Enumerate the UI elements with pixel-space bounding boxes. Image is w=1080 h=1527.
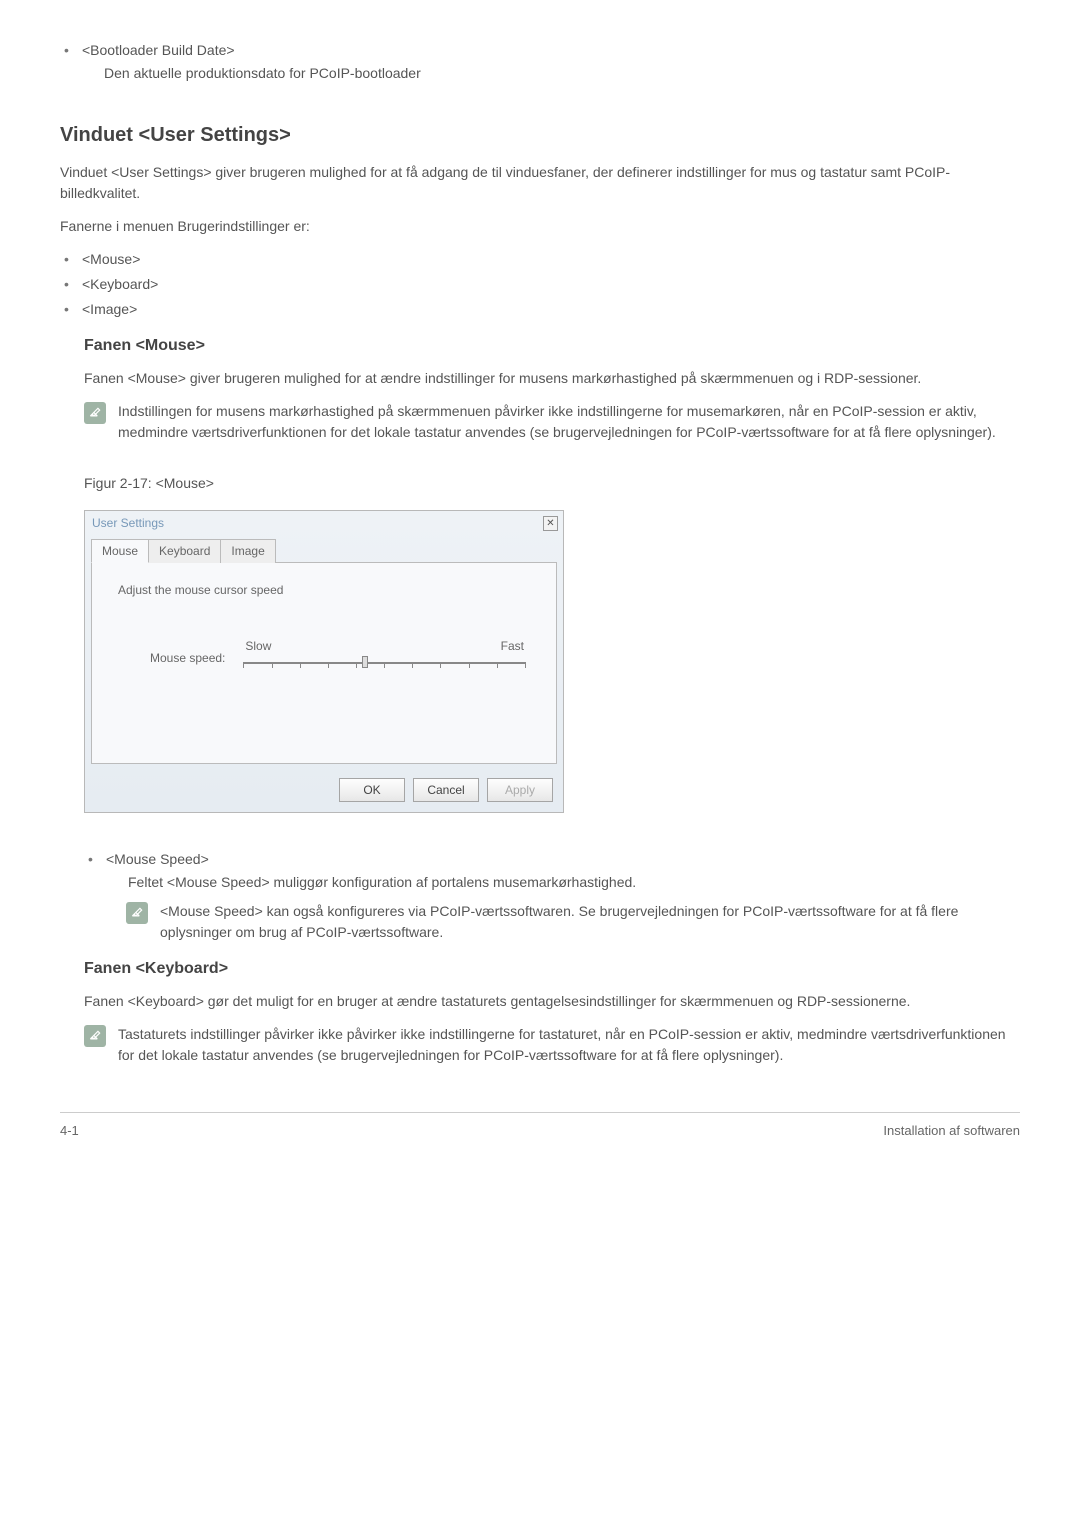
tab-keyboard[interactable]: Keyboard xyxy=(148,539,221,563)
slider-slow-label: Slow xyxy=(245,637,271,655)
footer-section-title: Installation af softwaren xyxy=(883,1121,1020,1141)
apply-button[interactable]: Apply xyxy=(487,778,553,802)
slider-ticks xyxy=(243,662,526,668)
slider-end-labels: Slow Fast xyxy=(243,637,526,655)
tabs-list: <Mouse> <Keyboard> <Image> xyxy=(60,249,1020,320)
intro-list: <Bootloader Build Date> Den aktuelle pro… xyxy=(60,40,1020,84)
list-item: <Mouse> xyxy=(82,249,1020,270)
bootloader-desc: Den aktuelle produktionsdato for PCoIP-b… xyxy=(104,63,1020,84)
mouse-tab-para: Fanen <Mouse> giver brugeren mulighed fo… xyxy=(84,368,1020,389)
note-block: Tastaturets indstillinger påvirker ikke … xyxy=(84,1024,1020,1066)
dialog-title: User Settings xyxy=(92,514,164,532)
slider-label: Mouse speed: xyxy=(150,637,225,667)
section-user-settings-heading: Vinduet <User Settings> xyxy=(60,120,1020,150)
section-user-settings-para1: Vinduet <User Settings> giver brugeren m… xyxy=(60,162,1020,204)
section-user-settings-para2: Fanerne i menuen Brugerindstillinger er: xyxy=(60,216,1020,237)
bootloader-title: <Bootloader Build Date> xyxy=(82,42,235,58)
list-item: <Mouse Speed> Feltet <Mouse Speed> mulig… xyxy=(106,849,1020,943)
tabs-row: Mouse Keyboard Image xyxy=(85,535,563,563)
close-button[interactable]: ✕ xyxy=(543,516,558,531)
close-icon: ✕ xyxy=(546,516,554,531)
list-item: <Keyboard> xyxy=(82,274,1020,295)
dialog-button-row: OK Cancel Apply xyxy=(85,770,563,812)
note-block: Indstillingen for musens markørhastighed… xyxy=(84,401,1020,443)
note-text: Indstillingen for musens markørhastighed… xyxy=(118,401,1020,443)
note-icon xyxy=(126,902,148,924)
note-text: <Mouse Speed> kan også konfigureres via … xyxy=(160,901,1020,943)
note-block: <Mouse Speed> kan også konfigureres via … xyxy=(126,901,1020,943)
note-text: Tastaturets indstillinger påvirker ikke … xyxy=(118,1024,1020,1066)
slider-thumb[interactable] xyxy=(362,656,368,668)
user-settings-dialog: User Settings ✕ Mouse Keyboard Image Adj… xyxy=(84,510,564,813)
keyboard-tab-heading: Fanen <Keyboard> xyxy=(84,957,1020,981)
slider-fast-label: Fast xyxy=(501,637,524,655)
note-icon xyxy=(84,1025,106,1047)
slider-wrap: Slow Fast xyxy=(243,637,538,679)
panel-instruction: Adjust the mouse cursor speed xyxy=(110,581,538,599)
tab-panel: Adjust the mouse cursor speed Mouse spee… xyxy=(91,562,557,764)
list-item: <Bootloader Build Date> Den aktuelle pro… xyxy=(82,40,1020,84)
dialog-titlebar: User Settings ✕ xyxy=(85,511,563,535)
page-footer: 4-1 Installation af softwaren xyxy=(60,1112,1020,1141)
tab-mouse[interactable]: Mouse xyxy=(91,539,149,563)
cancel-button[interactable]: Cancel xyxy=(413,778,479,802)
mouse-speed-slider[interactable] xyxy=(243,659,526,679)
mouse-speed-list: <Mouse Speed> Feltet <Mouse Speed> mulig… xyxy=(84,849,1020,943)
keyboard-tab-para: Fanen <Keyboard> gør det muligt for en b… xyxy=(84,991,1020,1012)
figure-caption: Figur 2-17: <Mouse> xyxy=(84,473,1020,494)
footer-page-number: 4-1 xyxy=(60,1121,79,1141)
mouse-speed-title: <Mouse Speed> xyxy=(106,851,209,867)
mouse-tab-heading: Fanen <Mouse> xyxy=(84,334,1020,358)
ok-button[interactable]: OK xyxy=(339,778,405,802)
mouse-speed-desc: Feltet <Mouse Speed> muliggør konfigurat… xyxy=(128,872,1020,893)
tab-image[interactable]: Image xyxy=(220,539,275,563)
slider-row: Mouse speed: Slow Fast xyxy=(110,637,538,679)
note-icon xyxy=(84,402,106,424)
list-item: <Image> xyxy=(82,299,1020,320)
